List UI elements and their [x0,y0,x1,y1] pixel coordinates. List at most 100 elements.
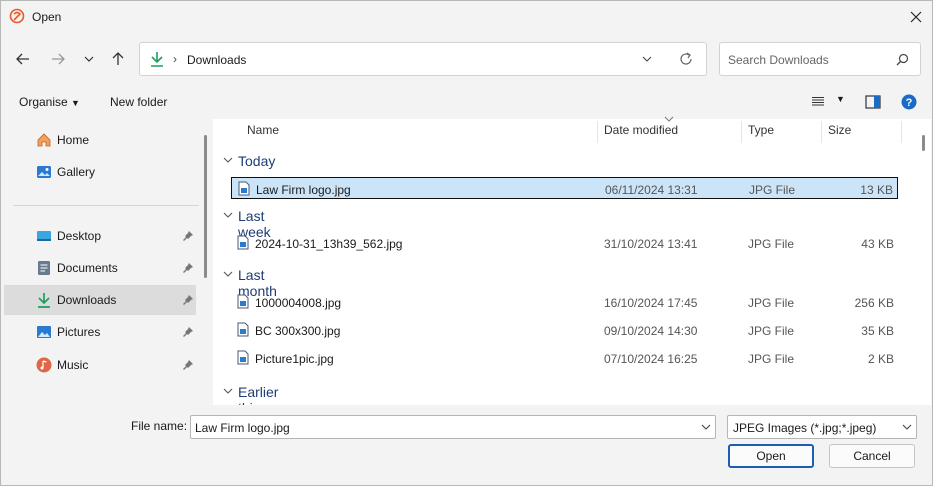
new-folder-button[interactable]: New folder [110,95,167,109]
file-row[interactable]: BC 300x300.jpg 09/10/2024 14:30 JPG File… [231,319,898,341]
window-title: Open [32,10,62,24]
sidebar-item-music[interactable]: Music [4,350,196,380]
chevron-down-icon [223,157,233,163]
sidebar-item-gallery[interactable]: Gallery [4,157,196,187]
help-button[interactable]: ? [901,94,917,113]
file-row[interactable]: Law Firm logo.jpg 06/11/2024 13:31 JPG F… [231,177,898,199]
navigation-pane: Home Gallery Desktop Documents Downloads… [1,119,211,405]
refresh-icon[interactable] [678,51,694,67]
file-name: Picture1pic.jpg [255,352,334,366]
column-header-date[interactable]: Date modified [604,123,678,145]
search-input[interactable]: Search Downloads [728,53,829,67]
title-bar: Open [1,1,932,33]
sidebar-item-home[interactable]: Home [4,125,196,155]
image-file-icon [238,181,250,196]
sidebar-item-label: Desktop [57,229,102,243]
file-date: 07/10/2024 16:25 [604,352,698,366]
caret-down-icon[interactable]: ▼ [836,94,845,104]
file-date: 09/10/2024 14:30 [604,324,698,338]
chevron-down-icon [223,212,233,218]
preview-pane-icon [865,95,881,109]
desktop-icon [37,231,51,241]
sidebar-item-label: Downloads [57,293,117,307]
caret-down-icon: ▼ [71,98,80,108]
arrow-up-icon [112,52,124,65]
sidebar-item-downloads[interactable]: Downloads [4,285,196,315]
chevron-down-icon [223,388,233,394]
sidebar-item-pictures[interactable]: Pictures [4,317,196,347]
column-header-type[interactable]: Type [748,123,774,145]
sidebar-item-label: Pictures [57,325,101,339]
sidebar-scrollbar[interactable] [204,135,207,278]
column-divider[interactable] [597,121,598,143]
file-type: JPG File [748,324,795,338]
file-size: 43 KB [861,237,894,251]
download-icon [38,293,50,308]
arrow-left-icon [16,53,29,65]
gallery-icon [37,166,51,178]
preview-pane-button[interactable] [865,95,881,112]
file-type-value: JPEG Images (*.jpg;*.jpeg) [733,421,877,435]
file-name-value[interactable]: Law Firm logo.jpg [195,421,290,435]
open-dialog: Open › Downloads Search Downloads Organi… [0,0,933,486]
documents-icon [38,261,50,275]
file-date: 16/10/2024 17:45 [604,296,698,310]
list-view-icon [812,97,824,106]
cancel-button[interactable]: Cancel [829,444,915,468]
file-row[interactable]: 1000004008.jpg 16/10/2024 17:45 JPG File… [231,291,898,313]
pin-icon [182,326,194,341]
search-box[interactable]: Search Downloads [719,42,921,76]
image-file-icon [237,294,249,309]
file-name: Law Firm logo.jpg [256,183,351,197]
file-size: 35 KB [861,324,894,338]
group-label: Today [238,153,276,169]
breadcrumb-downloads[interactable]: Downloads [187,53,246,67]
file-type: JPG File [748,237,795,251]
command-bar: Organise ▼ New folder ▼ ? [1,87,932,117]
file-row[interactable]: Picture1pic.jpg 07/10/2024 16:25 JPG Fil… [231,347,898,369]
file-type-select[interactable]: JPEG Images (*.jpg;*.jpeg) [727,415,917,439]
file-type: JPG File [748,352,795,366]
sidebar-item-desktop[interactable]: Desktop [4,221,196,251]
column-divider[interactable] [821,121,822,143]
chevron-down-icon[interactable] [642,53,652,65]
up-button[interactable] [104,46,132,72]
column-divider[interactable] [741,121,742,143]
pin-icon [182,262,194,277]
file-size: 256 KB [854,296,894,310]
file-name: 2024-10-31_13h39_562.jpg [255,237,403,251]
close-icon [910,11,922,23]
home-icon [37,133,51,147]
column-header-size[interactable]: Size [828,123,851,145]
footer: File name: Law Firm logo.jpg JPEG Images… [1,405,932,485]
column-divider[interactable] [901,121,902,143]
address-bar[interactable]: › Downloads [139,42,707,76]
organise-menu[interactable]: Organise ▼ [19,95,80,109]
forward-button[interactable] [44,46,72,72]
file-type: JPG File [748,296,795,310]
file-list: Name Date modified Type Size Today Law F… [213,116,931,432]
arrow-right-icon [52,53,65,65]
image-file-icon [237,350,249,365]
sidebar-item-label: Documents [57,261,118,275]
file-name-field[interactable]: Law Firm logo.jpg [190,415,716,439]
sidebar-item-label: Gallery [57,165,96,179]
organise-label: Organise [19,95,68,109]
back-button[interactable] [9,46,37,72]
column-header-name[interactable]: Name [247,123,279,145]
view-options-button[interactable] [811,96,825,110]
pin-icon [182,230,194,245]
breadcrumb-separator-icon: › [173,52,177,66]
sort-indicator-icon [664,116,674,122]
help-icon: ? [901,94,917,110]
chevron-down-icon[interactable] [701,422,711,432]
close-button[interactable] [899,2,933,32]
file-type: JPG File [749,183,796,197]
recent-locations-button[interactable] [75,46,103,72]
file-name-label: File name: [131,419,188,433]
image-file-icon [237,235,249,250]
sidebar-item-documents[interactable]: Documents [4,253,196,283]
open-button[interactable]: Open [728,444,814,468]
file-list-scrollbar[interactable] [922,135,925,151]
file-row[interactable]: 2024-10-31_13h39_562.jpg 31/10/2024 13:4… [231,232,898,254]
